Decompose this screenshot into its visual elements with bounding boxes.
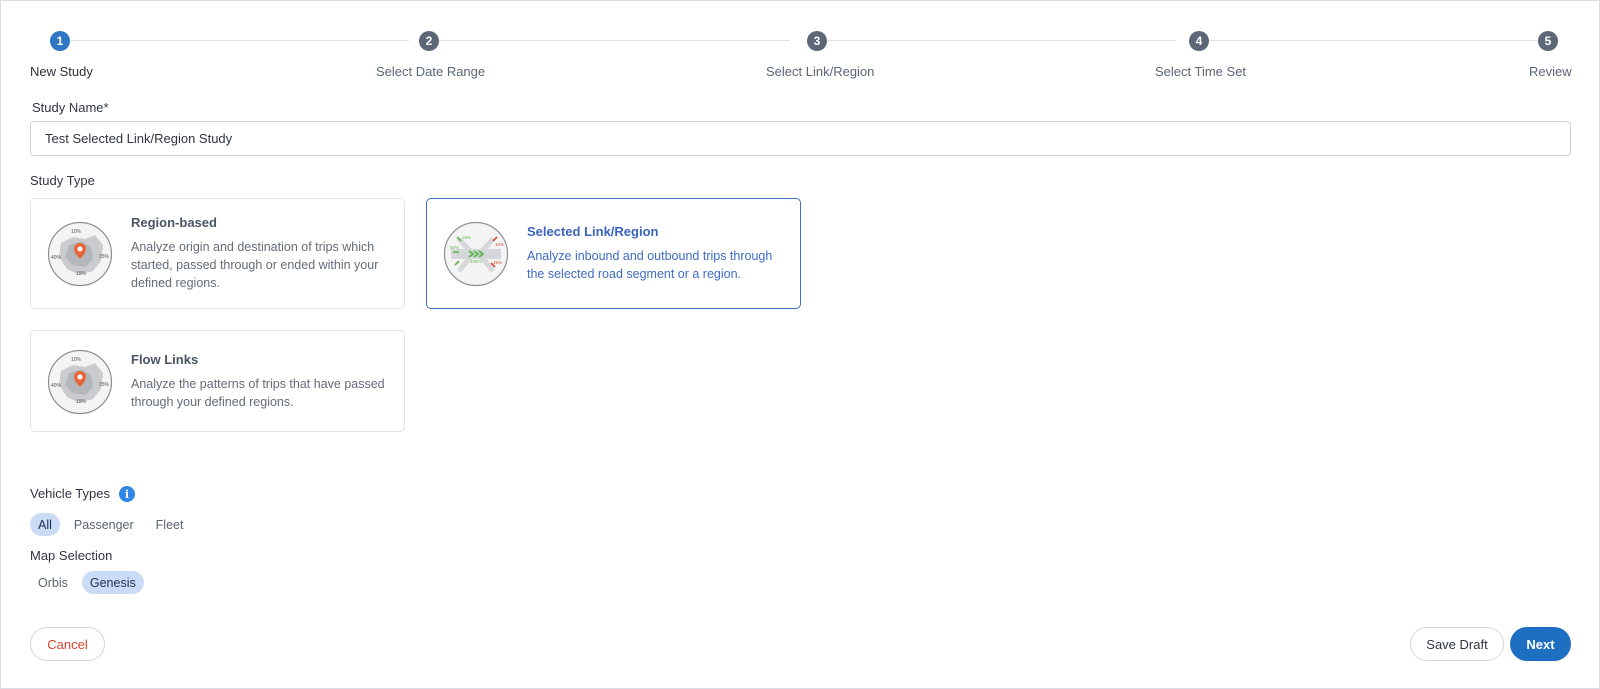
thumb-label: 15% [76,271,87,277]
card-description: Analyze origin and destination of trips … [131,240,379,290]
card-description: Analyze the patterns of trips that have … [131,377,385,409]
step-1-indicator[interactable]: 1 [50,31,70,51]
vehicle-types-toggle: All Passenger Fleet [30,513,191,536]
map-option-orbis[interactable]: Orbis [30,571,76,594]
thumb-label: 10% [71,229,82,235]
thumb-label: 35% [99,254,110,260]
stepper: 1 2 3 4 5 New Study Select Date Range Se… [1,1,1600,91]
step-2-indicator[interactable]: 2 [419,31,439,51]
step-2-label: Select Date Range [376,64,486,79]
step-4-label: Select Time Set [1155,64,1247,79]
map-selection-toggle: Orbis Genesis [30,571,144,594]
step-1-label: New Study [30,64,93,79]
link-flow-icon: 15% 50% 10% 100% 15% [443,221,509,287]
next-button[interactable]: Next [1510,627,1571,661]
thumb-label: 15% [76,399,87,405]
vehicle-type-all[interactable]: All [30,513,60,536]
step-5-label: Review [1529,64,1572,79]
step-connector [813,40,1176,41]
step-3-label: Select Link/Region [766,64,875,79]
region-map-icon: 10% 40% 35% 15% [47,349,113,415]
map-selection-label: Map Selection [30,548,113,563]
step-connector [1199,40,1538,41]
step-connector [432,40,790,41]
thumb-label: 40% [51,255,62,261]
step-4-indicator[interactable]: 4 [1189,31,1209,51]
vehicle-type-passenger[interactable]: Passenger [66,513,142,536]
thumb-label: 10% [495,242,504,247]
save-draft-button[interactable]: Save Draft [1410,627,1504,661]
vehicle-types-label: Vehicle Types [30,486,110,501]
thumb-label: 50% [450,245,459,250]
study-type-card-flow-links[interactable]: 10% 40% 35% 15% Flow Links Analyze the p… [30,330,405,432]
thumb-label: 40% [51,383,62,389]
study-name-label: Study Name* [32,100,109,115]
card-title: Selected Link/Region [527,224,659,239]
thumb-label: 100% [470,259,482,264]
card-title: Flow Links [131,352,199,367]
card-title: Region-based [131,215,217,230]
step-3-indicator[interactable]: 3 [807,31,827,51]
info-icon[interactable]: i [119,486,135,502]
study-type-card-selected-link-region[interactable]: 15% 50% 10% 100% 15% Selected Link/Regio… [426,198,801,309]
step-connector [71,40,409,41]
thumb-label: 15% [493,260,502,265]
cancel-button[interactable]: Cancel [30,627,105,661]
step-5-indicator[interactable]: 5 [1538,31,1558,51]
study-wizard: 1 2 3 4 5 New Study Select Date Range Se… [0,0,1600,689]
study-type-card-region-based[interactable]: 10% 40% 35% 15% Region-based Analyze ori… [30,198,405,309]
map-option-genesis[interactable]: Genesis [81,571,144,594]
thumb-label: 15% [462,235,471,240]
study-name-input[interactable] [30,121,1571,156]
card-description: Analyze inbound and outbound trips throu… [527,249,773,281]
thumb-label: 35% [99,382,110,388]
study-type-label: Study Type [30,173,95,188]
vehicle-type-fleet[interactable]: Fleet [148,513,192,536]
region-map-icon: 10% 40% 35% 15% [47,221,113,287]
thumb-label: 10% [71,357,82,363]
